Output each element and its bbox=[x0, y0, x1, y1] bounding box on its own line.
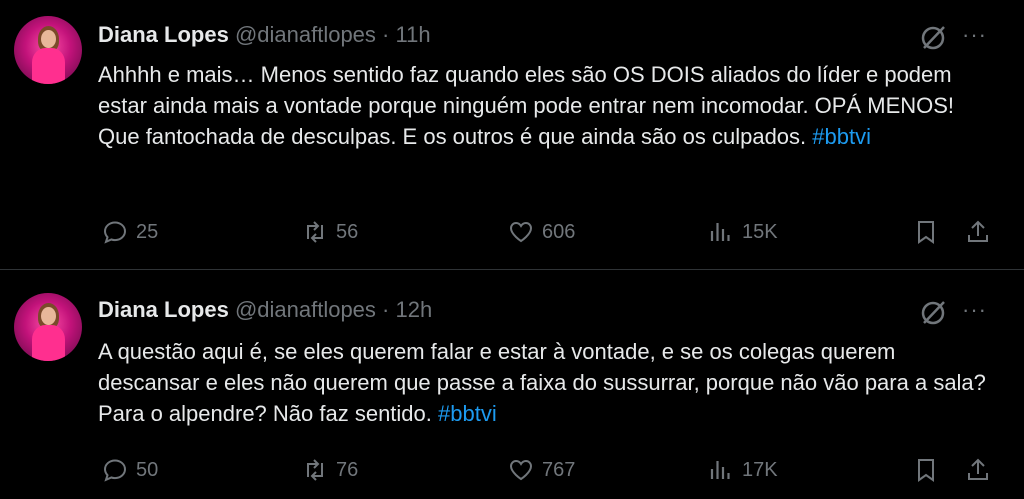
tweet-header: Diana Lopes @dianaftlopes · 11h bbox=[98, 21, 431, 49]
author-handle[interactable]: @dianaftlopes bbox=[235, 297, 376, 322]
grok-icon[interactable] bbox=[918, 22, 948, 52]
bookmark-icon bbox=[918, 459, 934, 482]
reply-icon bbox=[103, 459, 127, 482]
avatar-face bbox=[41, 307, 56, 325]
repost-count: 56 bbox=[336, 220, 359, 243]
bookmark-button[interactable] bbox=[913, 457, 939, 483]
reply-button[interactable]: 25 bbox=[102, 219, 158, 245]
avatar-face bbox=[41, 30, 56, 48]
more-icon[interactable]: ··· bbox=[962, 297, 987, 323]
like-button[interactable]: 767 bbox=[508, 457, 575, 483]
share-button[interactable] bbox=[965, 457, 991, 483]
reply-button[interactable]: 50 bbox=[102, 457, 158, 483]
tweet-text: Ahhhh e mais… Menos sentido faz quando e… bbox=[98, 59, 998, 152]
hashtag-link[interactable]: #bbtvi bbox=[812, 124, 871, 149]
repost-button[interactable]: 76 bbox=[302, 457, 358, 483]
reply-count: 50 bbox=[136, 458, 159, 481]
views-count: 17K bbox=[742, 458, 778, 481]
author-handle[interactable]: @dianaftlopes bbox=[235, 22, 376, 47]
timestamp[interactable]: 11h bbox=[396, 22, 431, 47]
action-bar: 25 56 606 15K bbox=[0, 219, 1024, 249]
avatar[interactable] bbox=[14, 16, 82, 84]
repost-icon bbox=[307, 459, 323, 481]
bookmark-button[interactable] bbox=[913, 219, 939, 245]
author-name[interactable]: Diana Lopes bbox=[98, 297, 229, 322]
grok-icon[interactable] bbox=[918, 297, 948, 327]
more-icon[interactable]: ··· bbox=[962, 22, 987, 48]
like-count: 767 bbox=[542, 458, 576, 481]
separator-dot: · bbox=[382, 297, 390, 322]
repost-count: 76 bbox=[336, 458, 359, 481]
action-bar: 50 76 767 17K bbox=[0, 457, 1024, 487]
avatar-dress bbox=[32, 48, 65, 84]
views-icon bbox=[710, 461, 730, 479]
share-icon bbox=[968, 220, 988, 242]
bookmark-icon bbox=[918, 221, 934, 244]
separator-dot: · bbox=[382, 22, 390, 47]
tweet-body: A questão aqui é, se eles querem falar e… bbox=[98, 339, 986, 426]
timestamp[interactable]: 12h bbox=[396, 297, 433, 322]
like-icon bbox=[509, 459, 533, 481]
tweet-header: Diana Lopes @dianaftlopes · 12h bbox=[98, 296, 432, 324]
views-count: 15K bbox=[742, 220, 778, 243]
reply-count: 25 bbox=[136, 220, 159, 243]
like-count: 606 bbox=[542, 220, 576, 243]
avatar[interactable] bbox=[14, 293, 82, 361]
repost-icon bbox=[307, 221, 323, 243]
views-icon bbox=[710, 223, 730, 241]
share-icon bbox=[968, 458, 988, 480]
views-button[interactable]: 15K bbox=[708, 219, 778, 245]
like-button[interactable]: 606 bbox=[508, 219, 575, 245]
views-button[interactable]: 17K bbox=[708, 457, 778, 483]
reply-icon bbox=[103, 221, 127, 244]
like-icon bbox=[509, 221, 533, 243]
repost-button[interactable]: 56 bbox=[302, 219, 358, 245]
tweet[interactable]: Diana Lopes @dianaftlopes · 12h ··· A qu… bbox=[0, 271, 1024, 499]
tweet-text: A questão aqui é, se eles querem falar e… bbox=[98, 336, 998, 429]
share-button[interactable] bbox=[965, 219, 991, 245]
hashtag-link[interactable]: #bbtvi bbox=[438, 401, 497, 426]
avatar-dress bbox=[32, 325, 65, 361]
author-name[interactable]: Diana Lopes bbox=[98, 22, 229, 47]
tweet[interactable]: Diana Lopes @dianaftlopes · 11h ··· Ahhh… bbox=[0, 0, 1024, 270]
